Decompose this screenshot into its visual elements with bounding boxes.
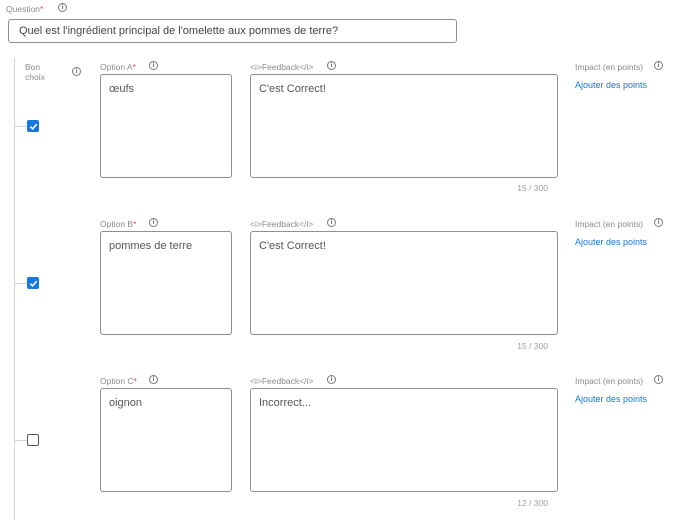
option-label: Option A*	[100, 62, 136, 72]
info-icon[interactable]: i	[654, 218, 663, 227]
add-points-link[interactable]: Ajouter des points	[575, 394, 647, 404]
good-choice-label: Bon	[25, 62, 41, 72]
add-points-link[interactable]: Ajouter des points	[575, 237, 647, 247]
info-icon[interactable]: i	[327, 218, 336, 227]
check-icon	[29, 280, 38, 288]
option-label: Option B*	[100, 219, 137, 229]
tree-branch	[14, 283, 27, 284]
option-label: Option C*	[100, 376, 137, 386]
good-choice-checkbox[interactable]	[27, 434, 39, 446]
impact-label: Impact (en points)	[575, 376, 644, 386]
info-icon[interactable]: i	[327, 375, 336, 384]
feedback-input[interactable]: Incorrect...	[250, 388, 558, 492]
feedback-label: <i>Feedback</i>	[250, 376, 314, 386]
option-input[interactable]: oignon	[100, 388, 232, 492]
option-input[interactable]: œufs	[100, 74, 232, 178]
add-points-link[interactable]: Ajouter des points	[575, 80, 647, 90]
good-choice-checkbox[interactable]	[27, 120, 39, 132]
good-choice-checkbox[interactable]	[27, 277, 39, 289]
info-icon[interactable]: i	[149, 375, 158, 384]
impact-label: Impact (en points)	[575, 219, 644, 229]
option-input[interactable]: pommes de terre	[100, 231, 232, 335]
info-icon[interactable]: i	[327, 61, 336, 70]
good-choice-label: choix	[25, 72, 45, 82]
info-icon[interactable]: i	[654, 61, 663, 70]
feedback-label: <i>Feedback</i>	[250, 219, 314, 229]
check-icon	[29, 123, 38, 131]
feedback-label: <i>Feedback</i>	[250, 62, 314, 72]
info-icon[interactable]: i	[58, 3, 67, 12]
feedback-input[interactable]: C'est Correct!	[250, 231, 558, 335]
feedback-input[interactable]: C'est Correct!	[250, 74, 558, 178]
info-icon[interactable]: i	[149, 218, 158, 227]
tree-line	[14, 58, 15, 520]
info-icon[interactable]: i	[72, 67, 81, 76]
char-count: 12 / 300	[517, 498, 548, 508]
impact-label: Impact (en points)	[575, 62, 644, 72]
info-icon[interactable]: i	[149, 61, 158, 70]
tree-branch	[14, 440, 27, 441]
char-count: 15 / 300	[517, 341, 548, 351]
tree-branch	[14, 126, 27, 127]
question-label: Question*	[6, 4, 44, 14]
question-input[interactable]: Quel est l'ingrédient principal de l'ome…	[8, 19, 457, 43]
char-count: 15 / 300	[517, 183, 548, 193]
info-icon[interactable]: i	[654, 375, 663, 384]
